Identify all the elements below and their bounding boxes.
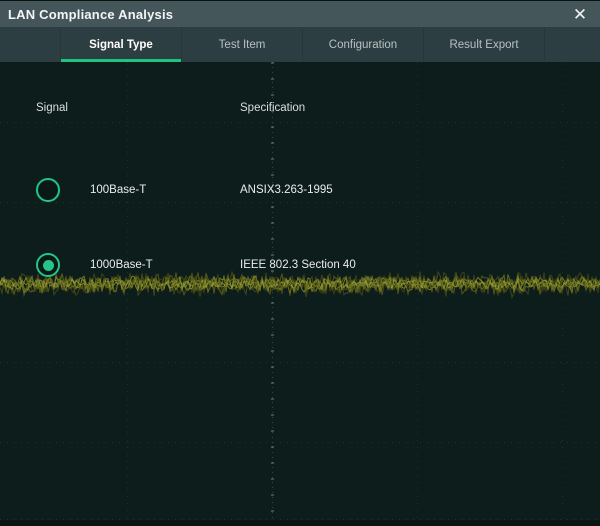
graticule-bottom-edge (0, 520, 600, 526)
close-icon[interactable]: ✕ (566, 1, 594, 28)
tab-test-item[interactable]: Test Item (181, 27, 302, 62)
radio-dot (43, 260, 54, 271)
tab-signal-type[interactable]: Signal Type (60, 27, 181, 62)
column-header-specification: Specification (240, 102, 305, 114)
graticule-hline (0, 122, 600, 123)
dialog-title: LAN Compliance Analysis (8, 7, 173, 22)
dialog-titlebar: LAN Compliance Analysis ✕ (0, 0, 600, 27)
specification-label: ANSIX3.263-1995 (240, 184, 333, 196)
tab-label: Configuration (329, 39, 397, 51)
scope-screen: Signal Specification 100Base-T ANSIX3.26… (0, 62, 600, 526)
radio-button[interactable] (36, 253, 60, 277)
signal-label-1000base-t[interactable]: 1000Base-T (90, 259, 153, 271)
tab-label: Result Export (449, 39, 518, 51)
tab-result-export[interactable]: Result Export (423, 27, 545, 62)
column-header-signal: Signal (36, 102, 68, 114)
signal-label-100base-t[interactable]: 100Base-T (90, 184, 146, 196)
tab-configuration[interactable]: Configuration (302, 27, 423, 62)
waveform-trace (0, 268, 600, 300)
tab-bar: Signal Type Test Item Configuration Resu… (0, 27, 600, 62)
specification-label: IEEE 802.3 Section 40 (240, 259, 356, 271)
tab-label: Signal Type (89, 39, 153, 51)
radio-button[interactable] (36, 178, 60, 202)
graticule-hline (0, 362, 600, 363)
tab-label: Test Item (219, 39, 266, 51)
graticule-hline (0, 202, 600, 203)
oscilloscope-display: LAN Compliance Analysis ✕ Signal Type Te… (0, 0, 600, 526)
graticule-hline (0, 442, 600, 443)
